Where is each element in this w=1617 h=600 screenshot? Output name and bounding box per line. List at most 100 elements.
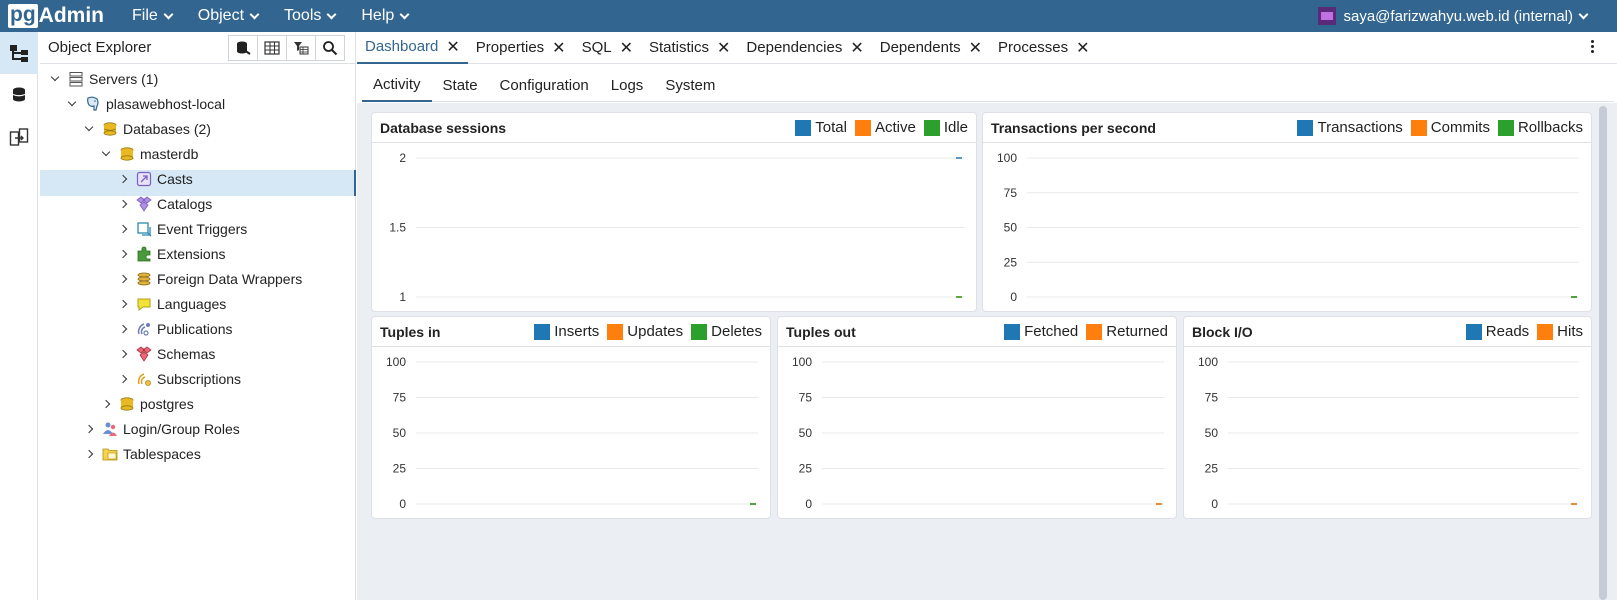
- legend-item-deletes[interactable]: Deletes: [691, 323, 762, 340]
- y-tick-label: 50: [799, 426, 813, 440]
- databases-icon: [102, 121, 118, 137]
- compare-icon: [9, 128, 29, 146]
- more-options-icon[interactable]: [1591, 40, 1595, 55]
- chart-svg: 100 75 50 25 0: [997, 151, 1579, 304]
- schema-diff-button[interactable]: [0, 116, 38, 158]
- tab-sql[interactable]: SQL ✕: [574, 32, 641, 64]
- tree-node-tablespaces[interactable]: Tablespaces: [82, 441, 201, 466]
- y-tick-label: 50: [1004, 221, 1018, 235]
- tab-properties[interactable]: Properties ✕: [468, 32, 574, 64]
- object-explorer-button[interactable]: [0, 32, 38, 74]
- chevron-right-icon: [101, 399, 111, 408]
- tab-processes[interactable]: Processes ✕: [990, 32, 1097, 64]
- legend-item-transactions[interactable]: Transactions: [1297, 119, 1403, 136]
- close-icon[interactable]: ✕: [552, 38, 565, 58]
- chart-legend: Transactions Commits Rollbacks: [1289, 119, 1583, 136]
- y-tick-label: 0: [805, 497, 812, 511]
- menu-file[interactable]: File: [132, 7, 174, 25]
- tree-node-servers[interactable]: Servers (1): [48, 66, 158, 91]
- chevron-down-icon: [326, 9, 337, 19]
- legend-item-idle[interactable]: Idle: [923, 119, 968, 136]
- close-icon[interactable]: ✕: [1076, 38, 1089, 58]
- tree-node-event-triggers[interactable]: Event Triggers: [116, 216, 247, 241]
- chevron-down-icon: [101, 147, 111, 157]
- tree-node-postgres[interactable]: postgres: [99, 391, 194, 416]
- chart-title: Tuples out: [786, 323, 856, 340]
- close-icon[interactable]: ✕: [446, 37, 459, 57]
- close-icon[interactable]: ✕: [717, 38, 730, 58]
- chevron-down-icon: [399, 9, 410, 19]
- tree-node-publications[interactable]: Publications: [116, 316, 233, 341]
- legend-item-active[interactable]: Active: [854, 119, 916, 136]
- y-tick-label: 0: [399, 497, 406, 511]
- legend-item-returned[interactable]: Returned: [1086, 323, 1168, 340]
- legend-item-reads[interactable]: Reads: [1465, 323, 1530, 340]
- subscriptions-icon: [136, 371, 152, 387]
- chart-legend: Fetched Returned: [996, 323, 1168, 340]
- menu-help[interactable]: Help: [361, 7, 410, 25]
- tree-label: masterdb: [140, 145, 199, 162]
- legend-item-total[interactable]: Total: [795, 119, 847, 136]
- legend-item-commits[interactable]: Commits: [1410, 119, 1490, 136]
- legend-item-updates[interactable]: Updates: [607, 323, 683, 340]
- legend-item-rollbacks[interactable]: Rollbacks: [1497, 119, 1583, 136]
- legend-item-hits[interactable]: Hits: [1537, 323, 1583, 340]
- menu-tools[interactable]: Tools: [284, 7, 337, 25]
- tree-node-foreign-data-wrappers[interactable]: Foreign Data Wrappers: [116, 266, 302, 291]
- tablespaces-icon: [102, 446, 118, 462]
- chart-svg: 100 75 50 25 0: [386, 355, 758, 511]
- query-tool-button[interactable]: [0, 74, 38, 116]
- menu-object[interactable]: Object: [198, 7, 260, 25]
- explorer-title: Object Explorer: [48, 39, 152, 56]
- user-menu[interactable]: saya@farizwahyu.web.id (internal): [1317, 0, 1589, 32]
- close-icon[interactable]: ✕: [969, 38, 982, 58]
- dashboard-subtabs: Activity State Configuration Logs System: [362, 69, 1614, 102]
- subtab-logs[interactable]: Logs: [600, 70, 655, 102]
- logo-pg: pg: [8, 3, 38, 28]
- tab-statistics[interactable]: Statistics ✕: [641, 32, 738, 64]
- top-navbar: pg Admin File Object Tools Help saya@fari…: [0, 0, 1617, 32]
- chart-legend: Total Active Idle: [787, 119, 968, 136]
- search-button[interactable]: [315, 34, 345, 61]
- tree-icon: [10, 45, 28, 62]
- tree-node-server[interactable]: plasawebhost-local: [65, 91, 225, 116]
- legend-label: Updates: [627, 323, 684, 340]
- y-tick-label: 75: [1205, 391, 1219, 405]
- tree-node-login-group-roles[interactable]: Login/Group Roles: [82, 416, 240, 441]
- tree-node-masterdb[interactable]: masterdb: [99, 141, 198, 166]
- tree-node-casts[interactable]: Casts: [116, 166, 193, 191]
- legend-item-fetched[interactable]: Fetched: [1004, 323, 1078, 340]
- legend-label: Rollbacks: [1517, 119, 1583, 136]
- subtab-activity[interactable]: Activity: [362, 69, 432, 102]
- tree-node-languages[interactable]: Languages: [116, 291, 226, 316]
- view-data-button[interactable]: [257, 34, 287, 61]
- legend-label: Reads: [1485, 323, 1530, 340]
- tab-dependents[interactable]: Dependents ✕: [872, 32, 990, 64]
- tree-node-extensions[interactable]: Extensions: [116, 241, 225, 266]
- subtab-configuration[interactable]: Configuration: [489, 70, 600, 102]
- query-tool-button[interactable]: [228, 34, 258, 61]
- chevron-right-icon: [118, 174, 128, 183]
- pgadmin-logo[interactable]: pg Admin: [8, 0, 104, 32]
- tab-label: Properties: [475, 39, 545, 56]
- chart-svg: 100 75 50 25 0: [792, 355, 1164, 511]
- casts-icon: [136, 171, 152, 187]
- legend-item-inserts[interactable]: Inserts: [534, 323, 599, 340]
- filter-table-icon: [294, 41, 309, 54]
- vertical-scrollbar[interactable]: [1599, 106, 1607, 600]
- tree-node-databases[interactable]: Databases (2): [82, 116, 211, 141]
- tree-node-catalogs[interactable]: Catalogs: [116, 191, 212, 216]
- subtab-system[interactable]: System: [654, 70, 726, 102]
- tree-node-subscriptions[interactable]: Subscriptions: [116, 366, 241, 391]
- close-icon[interactable]: ✕: [850, 38, 863, 58]
- filter-rows-button[interactable]: [286, 34, 316, 61]
- tab-dependencies[interactable]: Dependencies ✕: [738, 32, 871, 64]
- close-icon[interactable]: ✕: [620, 38, 633, 58]
- subtab-state[interactable]: State: [432, 70, 489, 102]
- chevron-down-icon: [163, 9, 174, 19]
- object-explorer-panel: Object Explorer Servers (1) plasawebhost…: [40, 32, 356, 600]
- legend-label: Active: [874, 119, 916, 136]
- y-tick-label: 0: [1211, 497, 1218, 511]
- tree-node-schemas[interactable]: Schemas: [116, 341, 215, 366]
- tab-dashboard[interactable]: Dashboard ✕: [357, 32, 468, 64]
